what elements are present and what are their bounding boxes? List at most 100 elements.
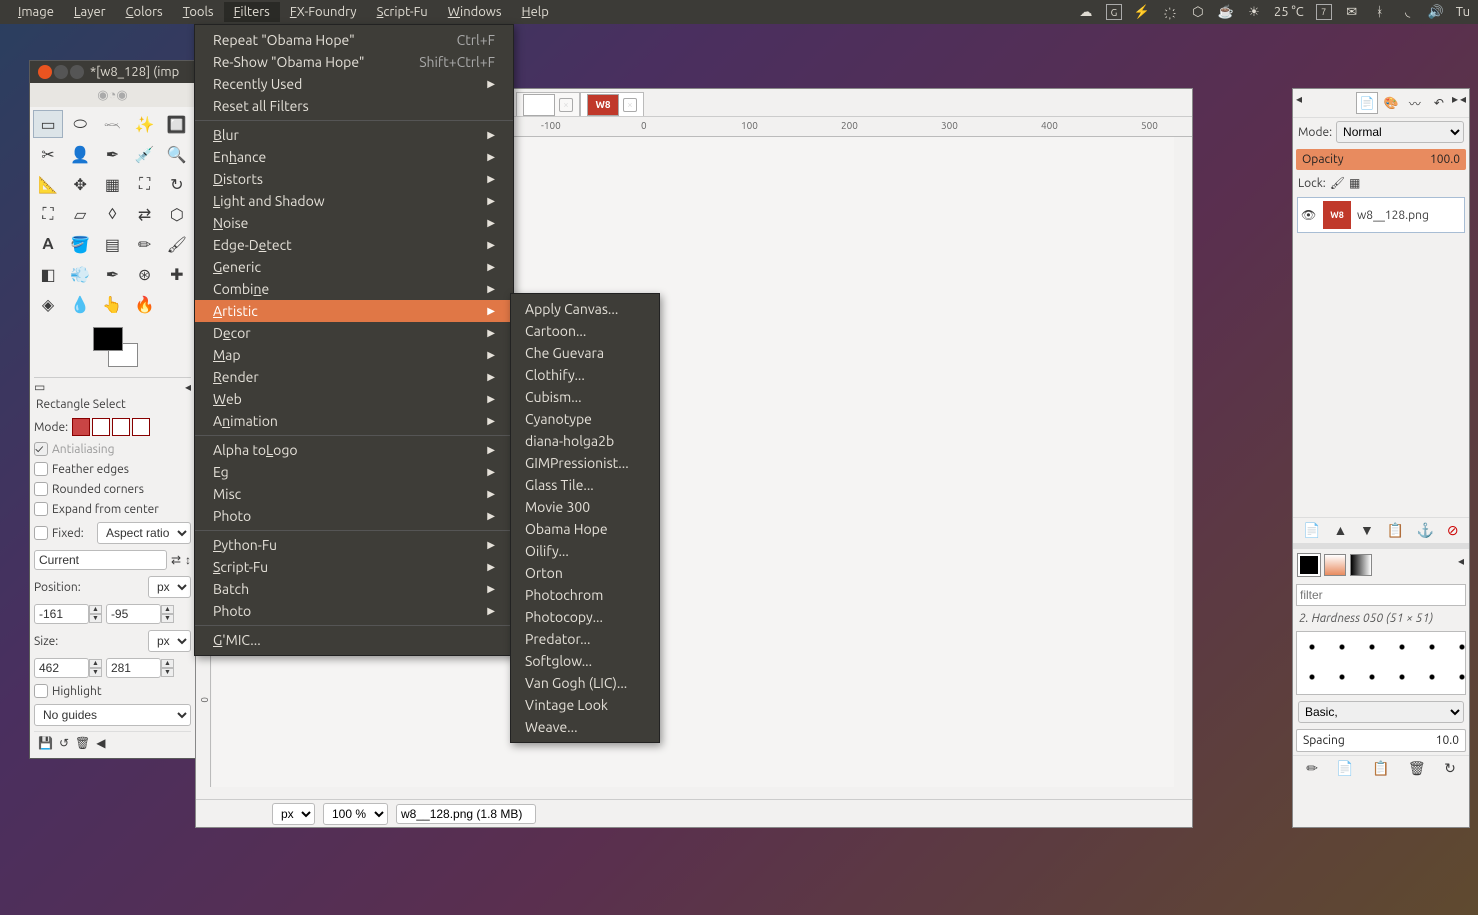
heal-tool[interactable]: ✚ <box>162 260 192 288</box>
scale-tool[interactable]: ⛶ <box>33 200 63 228</box>
shear-tool[interactable]: ▱ <box>65 200 95 228</box>
menu-item-batch[interactable]: Batch▶ <box>195 578 513 600</box>
nav-right-icon[interactable]: ▸ <box>1452 92 1458 114</box>
lower-layer-icon[interactable]: ▼ <box>1360 522 1374 539</box>
lasso-tool[interactable]: 𓎖 <box>97 110 127 138</box>
blend-tool[interactable]: ▤ <box>97 230 127 258</box>
gradient-fg-icon[interactable] <box>1298 554 1320 576</box>
pos-unit-select[interactable]: px <box>148 576 191 598</box>
zoom-select[interactable]: 100 % <box>323 803 388 825</box>
guides-select[interactable]: No guides <box>34 704 191 726</box>
maximize-icon[interactable] <box>70 65 84 79</box>
brush-tool[interactable]: 🖌 <box>162 230 192 258</box>
filter-input[interactable] <box>1296 584 1466 606</box>
edit-brush-icon[interactable]: ✏ <box>1306 760 1318 777</box>
perspective-tool[interactable]: ◊ <box>97 200 127 228</box>
pos-y-input[interactable] <box>106 604 161 624</box>
menu-filters[interactable]: Filters <box>224 2 280 22</box>
rect-select-tool[interactable]: ▭ <box>33 110 63 138</box>
perspective-clone-tool[interactable]: ◈ <box>33 290 63 318</box>
menu-item-distorts[interactable]: Distorts▶ <box>195 168 513 190</box>
dodge-tool[interactable]: 🔥 <box>130 290 160 318</box>
menu-item-che-guevara[interactable]: Che Guevara <box>511 342 659 364</box>
move-tool[interactable]: ✥ <box>65 170 95 198</box>
toolbox-titlebar[interactable]: *[w8_128] (imp <box>30 61 195 83</box>
up-icon[interactable]: ▲ <box>89 605 102 614</box>
pencil-tool[interactable]: ✏ <box>130 230 160 258</box>
close-icon[interactable]: × <box>623 98 637 112</box>
menu-icon[interactable]: ◂ <box>1458 554 1464 576</box>
delete-icon[interactable]: 🗑 <box>75 736 90 750</box>
menu-layer[interactable]: Layer <box>64 2 116 22</box>
menu-item-gimpressionist-[interactable]: GIMPressionist... <box>511 452 659 474</box>
cloud-icon[interactable]: ☁ <box>1078 4 1094 20</box>
paths-tab[interactable]: 〰 <box>1404 92 1426 114</box>
menu-item-obama-hope[interactable]: Obama Hope <box>511 518 659 540</box>
antialiasing-check[interactable]: ✓ <box>34 442 48 456</box>
menu-item-cubism-[interactable]: Cubism... <box>511 386 659 408</box>
menu-item-render[interactable]: Render▶ <box>195 366 513 388</box>
menu-item-predator-[interactable]: Predator... <box>511 628 659 650</box>
unit-select[interactable]: px <box>272 803 315 825</box>
foreground-color[interactable] <box>93 327 123 351</box>
menu-item-map[interactable]: Map▶ <box>195 344 513 366</box>
new-layer-icon[interactable]: 📄 <box>1303 522 1320 539</box>
menu-item-glass-tile-[interactable]: Glass Tile... <box>511 474 659 496</box>
gradient-bg-icon[interactable] <box>1324 554 1346 576</box>
menu-item-apply-canvas-[interactable]: Apply Canvas... <box>511 298 659 320</box>
clock[interactable]: Tu <box>1456 5 1470 19</box>
menu-item-web[interactable]: Web▶ <box>195 388 513 410</box>
flip-tool[interactable]: ⇄ <box>130 200 160 228</box>
menu-item-recently-used[interactable]: Recently Used▶ <box>195 73 513 95</box>
menu-tools[interactable]: Tools <box>173 2 224 22</box>
text-tool[interactable]: A <box>33 230 63 258</box>
menu-item-photochrom[interactable]: Photochrom <box>511 584 659 606</box>
menu-item-blur[interactable]: Blur▶ <box>195 124 513 146</box>
refresh-brush-icon[interactable]: ↻ <box>1444 760 1456 777</box>
wifi-icon[interactable]: ◟ <box>1400 4 1416 20</box>
ink-tool[interactable]: ✒ <box>97 260 127 288</box>
menu-item-van-gogh-lic-[interactable]: Van Gogh (LIC)... <box>511 672 659 694</box>
menu-item-photo[interactable]: Photo▶ <box>195 505 513 527</box>
crop-tool[interactable]: ⛶ <box>130 170 160 198</box>
lock-alpha-icon[interactable]: ▦ <box>1349 176 1360 190</box>
lock-pixels-icon[interactable]: 🖌 <box>1330 176 1345 190</box>
pos-x-input[interactable] <box>34 604 89 624</box>
feather-check[interactable] <box>34 462 48 476</box>
menu-item-repeat-obama-hope-[interactable]: Repeat "Obama Hope"Ctrl+F <box>195 29 513 51</box>
undo-tab[interactable]: ↶ <box>1428 92 1450 114</box>
menu-item-eg[interactable]: Eg▶ <box>195 461 513 483</box>
current-input[interactable] <box>34 550 167 570</box>
restore-icon[interactable]: ↺ <box>59 736 69 750</box>
duplicate-brush-icon[interactable]: 📋 <box>1372 760 1389 777</box>
swirl-icon[interactable]: ҉ <box>1162 4 1178 20</box>
menu-item-combine[interactable]: Combine▶ <box>195 278 513 300</box>
sun-icon[interactable]: ☀ <box>1246 4 1262 20</box>
rotate-tool[interactable]: ↻ <box>162 170 192 198</box>
mode-subtract[interactable] <box>112 418 130 436</box>
menu-item-oilify-[interactable]: Oilify... <box>511 540 659 562</box>
gradient-bw-icon[interactable] <box>1350 554 1372 576</box>
menu-item-orton[interactable]: Orton <box>511 562 659 584</box>
down-icon[interactable]: ▼ <box>161 614 174 623</box>
duplicate-layer-icon[interactable]: 📋 <box>1387 522 1404 539</box>
reset-icon[interactable]: ◀ <box>96 736 105 750</box>
size-w-input[interactable] <box>34 658 89 678</box>
new-brush-icon[interactable]: 📄 <box>1336 760 1353 777</box>
tool-options-icon[interactable]: ▭ <box>34 380 45 394</box>
menu-image[interactable]: Image <box>8 2 64 22</box>
menu-item-diana-holga2b[interactable]: diana-holga2b <box>511 430 659 452</box>
basic-select[interactable]: Basic, <box>1298 701 1464 723</box>
menu-item-photo[interactable]: Photo▶ <box>195 600 513 622</box>
mail-icon[interactable]: ✉ <box>1344 4 1360 20</box>
fixed-check[interactable] <box>34 526 48 540</box>
down-icon[interactable]: ▼ <box>89 668 102 677</box>
clone-tool[interactable]: ⊛ <box>130 260 160 288</box>
close-icon[interactable] <box>38 65 52 79</box>
expand-check[interactable] <box>34 502 48 516</box>
menu-item-artistic[interactable]: Artistic▶ <box>195 300 513 322</box>
airbrush-tool[interactable]: 💨 <box>65 260 95 288</box>
mode-select[interactable]: Normal <box>1336 121 1464 143</box>
channels-tab[interactable]: 🎨 <box>1380 92 1402 114</box>
layer-name[interactable]: w8__128.png <box>1357 209 1429 222</box>
